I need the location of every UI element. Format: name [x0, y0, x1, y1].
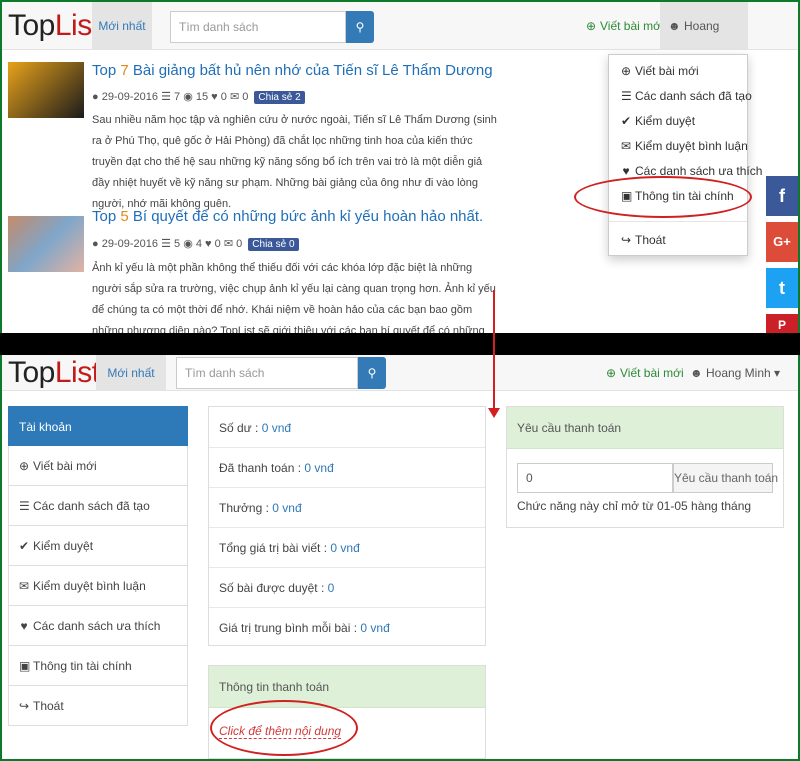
- dropdown-item-moderate[interactable]: ✔ Kiểm duyệt: [621, 114, 695, 128]
- user-dropdown-menu: ⊕ Viết bài mới ☰ Các danh sách đã tạo ✔ Kiể…: [608, 54, 762, 256]
- annotation-oval: [574, 176, 752, 218]
- search-button[interactable]: ⚲: [346, 11, 374, 43]
- post-meta: ● 29-09-2016 ☰ 5 ◉ 4 ♥ 0 ✉ 0 Chia sẻ 0: [92, 237, 299, 251]
- payment-request-title: Yêu cầu thanh toán: [507, 407, 783, 449]
- finance-row-paid: Đã thanh toán : 0 vnđ: [219, 461, 334, 475]
- eye-icon: ◉: [183, 238, 193, 250]
- sidebar-item-finance[interactable]: ▣ Thông tin tài chính: [8, 646, 188, 686]
- list-icon: ☰: [19, 499, 30, 513]
- dropdown-item-moderate-comments[interactable]: ✉ Kiểm duyệt bình luận: [621, 139, 748, 153]
- separator-bar: [0, 333, 800, 355]
- payment-amount-input[interactable]: 0: [517, 463, 673, 493]
- post-thumbnail[interactable]: [8, 216, 84, 272]
- logo[interactable]: TopList: [8, 355, 100, 391]
- post-meta: ● 29-09-2016 ☰ 7 ◉ 15 ♥ 0 ✉ 0 Chia sẻ 2: [92, 90, 305, 104]
- eye-icon: ◉: [183, 91, 193, 103]
- search-icon: ⚲: [367, 366, 377, 380]
- post-title[interactable]: Top 5 Bí quyết để có những bức ảnh kỉ yế…: [92, 208, 483, 225]
- post-excerpt: Ảnh kỉ yếu là một phần không thể thiếu đ…: [92, 262, 496, 333]
- list-icon: ☰: [161, 91, 171, 103]
- author-avatar-icon: ●: [92, 91, 99, 103]
- twitter-icon[interactable]: t: [766, 268, 798, 308]
- heart-icon: ♥: [211, 91, 218, 103]
- finance-row-approved-count: Số bài được duyệt : 0: [219, 581, 335, 595]
- nav-newest[interactable]: Mới nhất: [96, 355, 166, 391]
- request-payment-button[interactable]: Yêu cầu thanh toán: [673, 463, 778, 493]
- finance-row-total-value: Tổng giá trị bài viết : 0 vnđ: [219, 541, 360, 555]
- nav-newest[interactable]: Mới nhất: [92, 2, 152, 50]
- finance-row-balance: Số dư : 0 vnđ: [219, 421, 292, 435]
- heart-icon: ♥: [205, 238, 212, 250]
- list-icon: ☰: [621, 89, 632, 103]
- logout-icon: ↪: [621, 233, 632, 247]
- dropdown-item-write[interactable]: ⊕ Viết bài mới: [621, 64, 699, 78]
- check-circle-icon: ✔: [19, 539, 30, 553]
- pinterest-icon[interactable]: P: [766, 314, 798, 333]
- write-post-link[interactable]: ⊕ Viết bài mới: [606, 355, 684, 391]
- plus-icon: ⊕: [621, 64, 632, 78]
- search-button[interactable]: ⚲: [358, 357, 386, 389]
- sidebar-item-logout[interactable]: ↪ Thoát: [8, 686, 188, 726]
- plus-icon: ⊕: [606, 366, 617, 380]
- sidebar-item-favorites[interactable]: ♥ Các danh sách ưa thích: [8, 606, 188, 646]
- payment-request-panel: Yêu cầu thanh toán 0 Yêu cầu thanh toán …: [506, 406, 784, 528]
- dropdown-divider: [609, 221, 747, 222]
- heart-icon: ♥: [622, 164, 630, 178]
- author-avatar-icon: ●: [92, 238, 99, 250]
- check-circle-icon: ✔: [621, 114, 632, 128]
- user-avatar-icon: ☻: [690, 366, 703, 380]
- dropdown-item-created-lists[interactable]: ☰ Các danh sách đã tạo: [621, 89, 752, 103]
- finance-row-bonus: Thưởng : 0 vnđ: [219, 501, 302, 515]
- annotation-arrow-head: [488, 408, 500, 418]
- navbar: TopList Mới nhất Tìm danh sách ⚲ ⊕ Viết b…: [2, 2, 798, 81]
- google-plus-icon[interactable]: G+: [766, 222, 798, 262]
- plus-icon: ⊕: [586, 19, 597, 33]
- post-title[interactable]: Top 7 Bài giảng bất hủ nên nhớ của Tiến …: [92, 62, 493, 79]
- sidebar-item-moderate-comments[interactable]: ✉ Kiểm duyệt bình luận: [8, 566, 188, 606]
- facebook-icon[interactable]: f: [766, 176, 798, 216]
- user-avatar-icon: ☻: [668, 19, 681, 33]
- bottom-screenshot: TopList Mới nhất Tìm danh sách ⚲ ⊕ Viết b…: [2, 355, 798, 759]
- post-item: Top 7 Bài giảng bất hủ nên nhớ của Tiến …: [8, 60, 498, 210]
- navbar: TopList Mới nhất Tìm danh sách ⚲ ⊕ Viết b…: [2, 355, 798, 391]
- dropdown-item-logout[interactable]: ↪ Thoát: [621, 233, 666, 247]
- post-item: Top 5 Bí quyết để có những bức ảnh kỉ yế…: [8, 206, 498, 333]
- user-menu[interactable]: ☻ Hoang Minh ▾: [682, 355, 788, 391]
- comment-icon: ✉: [229, 91, 240, 103]
- sidebar-item-write[interactable]: ⊕ Viết bài mới: [8, 446, 188, 486]
- post-excerpt: Sau nhiều năm học tập và nghiên cứu ở nư…: [92, 114, 497, 210]
- search-icon: ⚲: [355, 20, 365, 34]
- heart-icon: ♥: [20, 619, 28, 633]
- sidebar-header: Tài khoản: [8, 406, 188, 446]
- facebook-share-button[interactable]: Chia sẻ 2: [254, 91, 305, 104]
- sidebar-item-moderate[interactable]: ✔ Kiểm duyệt: [8, 526, 188, 566]
- top-screenshot: TopList Mới nhất Tìm danh sách ⚲ ⊕ Viết b…: [2, 2, 798, 333]
- finance-summary-panel: Số dư : 0 vnđ Đã thanh toán : 0 vnđ Thưở…: [208, 406, 486, 646]
- comment-icon: ✉: [621, 139, 632, 153]
- search-input[interactable]: Tìm danh sách: [170, 11, 346, 43]
- write-post-link[interactable]: ⊕ Viết bài mới: [586, 2, 664, 50]
- caret-down-icon: ▾: [774, 366, 781, 380]
- list-icon: ☰: [161, 238, 171, 250]
- sidebar-item-created-lists[interactable]: ☰ Các danh sách đã tạo: [8, 486, 188, 526]
- search-input[interactable]: Tìm danh sách: [176, 357, 358, 389]
- money-icon: ▣: [19, 659, 31, 673]
- logout-icon: ↪: [19, 699, 30, 713]
- payment-note: Chức năng này chỉ mở từ 01-05 hàng tháng: [517, 499, 752, 513]
- facebook-share-button[interactable]: Chia sẻ 0: [248, 238, 299, 251]
- payment-info-title: Thông tin thanh toán: [209, 666, 485, 708]
- user-menu[interactable]: ☻ Hoang Minh ▾: [660, 2, 748, 81]
- comment-icon: ✉: [223, 238, 234, 250]
- post-thumbnail[interactable]: [8, 62, 84, 118]
- finance-row-average-value: Giá trị trung bình mỗi bài : 0 vnđ: [219, 621, 390, 635]
- logo[interactable]: TopList: [8, 8, 100, 44]
- comment-icon: ✉: [19, 579, 30, 593]
- annotation-oval: [210, 700, 358, 756]
- plus-icon: ⊕: [19, 459, 30, 473]
- annotation-arrow-line: [493, 290, 495, 410]
